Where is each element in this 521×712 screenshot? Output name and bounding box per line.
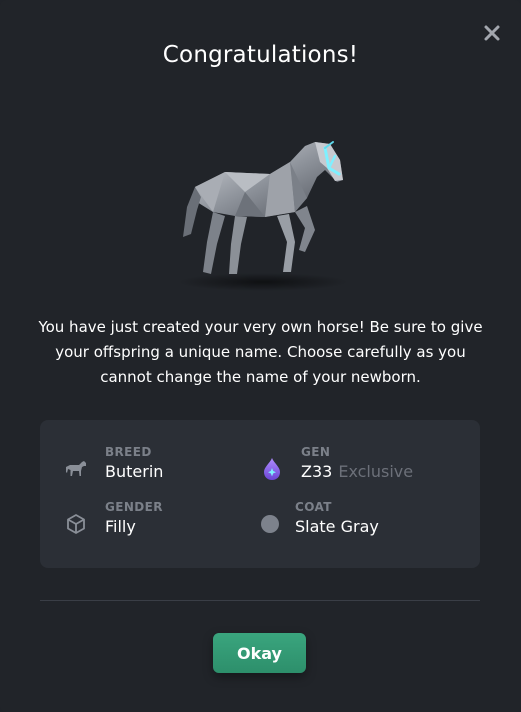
coat-value: Slate Gray bbox=[295, 517, 379, 536]
divider bbox=[40, 600, 480, 601]
horse-icon bbox=[64, 457, 88, 481]
close-icon[interactable] bbox=[483, 24, 501, 42]
congratulations-dialog: Congratulations! You have just created y… bbox=[0, 0, 521, 712]
gender-value: Filly bbox=[105, 517, 136, 536]
horse-info-card: BREED Buterin GEN Z33 Exclusive GENDER F… bbox=[40, 420, 480, 568]
breed-label: BREED bbox=[105, 445, 152, 459]
breed-value: Buterin bbox=[105, 462, 164, 481]
gen-number: Z33 bbox=[301, 462, 333, 481]
gen-value: Z33 Exclusive bbox=[301, 462, 413, 481]
dialog-title: Congratulations! bbox=[162, 42, 359, 68]
cube-icon bbox=[64, 512, 88, 536]
coat-color-swatch-icon bbox=[260, 512, 284, 536]
gender-label: GENDER bbox=[105, 500, 163, 514]
gen-tier: Exclusive bbox=[338, 462, 414, 481]
dialog-message: You have just created your very own hors… bbox=[38, 318, 483, 386]
gen-label: GEN bbox=[301, 445, 331, 459]
okay-button[interactable]: Okay bbox=[213, 633, 306, 673]
gen-flame-icon bbox=[260, 457, 284, 481]
horse-image bbox=[165, 132, 360, 297]
coat-label: COAT bbox=[295, 500, 332, 514]
